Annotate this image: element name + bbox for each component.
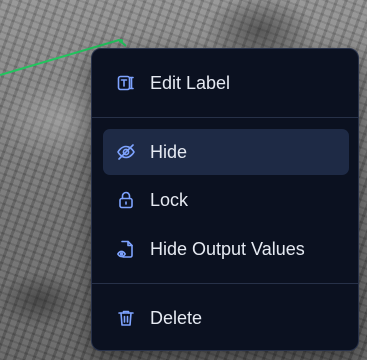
trash-icon [116, 308, 136, 328]
hide-menu-item[interactable]: Hide [103, 129, 349, 175]
lock-label: Lock [150, 189, 189, 210]
edit-label-text: Edit Label [150, 72, 231, 93]
edit-label-menu-item[interactable]: Edit Label [103, 60, 349, 106]
file-eye-icon [116, 239, 136, 259]
lock-icon [116, 190, 136, 210]
delete-label: Delete [150, 307, 203, 328]
menu-divider [92, 283, 358, 284]
delete-menu-item[interactable]: Delete [103, 295, 349, 341]
lock-menu-item[interactable]: Lock [103, 177, 349, 223]
text-label-icon [116, 73, 136, 93]
eye-off-icon [116, 142, 136, 162]
hide-label: Hide [150, 141, 188, 162]
menu-divider [92, 117, 358, 118]
hide-output-values-label: Hide Output Values [150, 238, 305, 259]
hide-output-values-menu-item[interactable]: Hide Output Values [103, 226, 349, 272]
context-menu: Edit Label Hide Lock Hide Output Values … [91, 48, 359, 351]
